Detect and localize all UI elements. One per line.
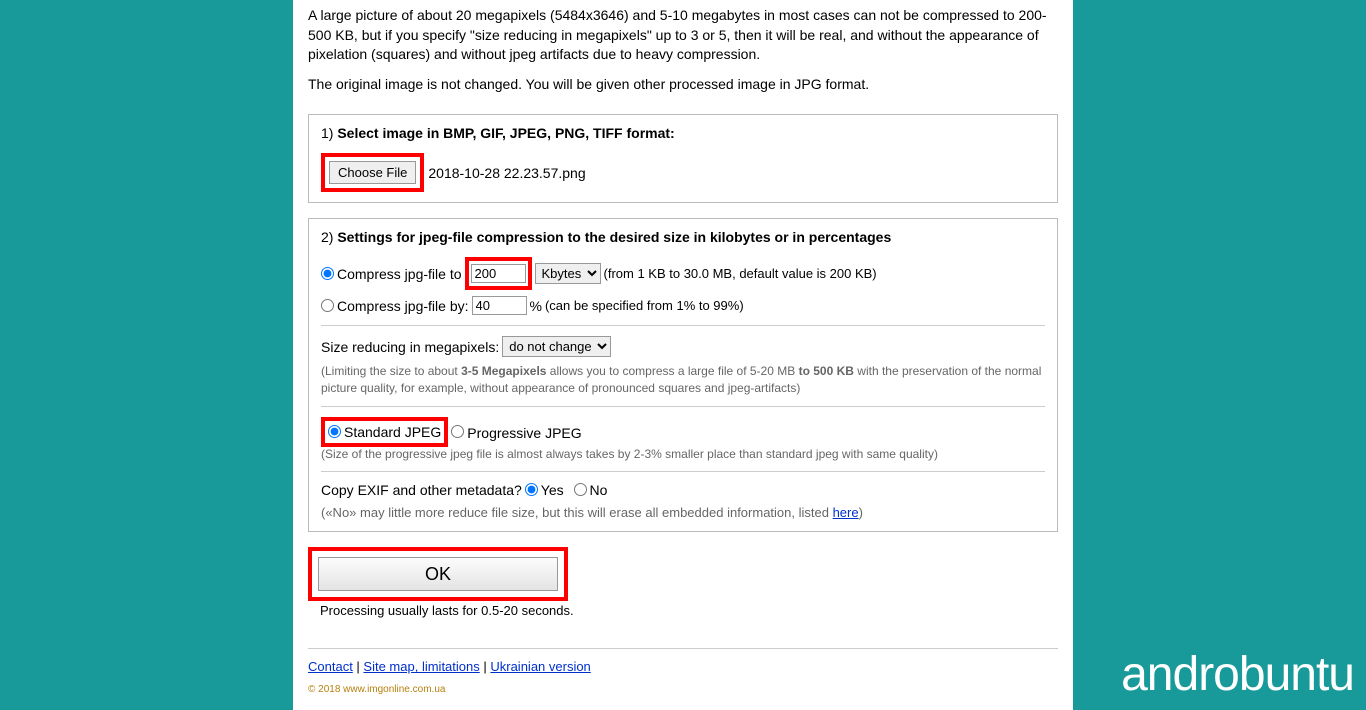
ukrainian-link[interactable]: Ukrainian version xyxy=(490,659,590,674)
ok-section: OK Processing usually lasts for 0.5-20 s… xyxy=(308,547,1058,618)
step2-title-row: 2) Settings for jpeg-file compression to… xyxy=(321,229,1045,245)
compress-by-input[interactable] xyxy=(472,296,527,315)
choose-file-highlight: Choose File xyxy=(321,153,424,192)
size-reducing-select[interactable]: do not change xyxy=(502,336,611,357)
intro-text: A large picture of about 20 megapixels (… xyxy=(308,0,1058,114)
step1-title-row: 1) Select image in BMP, GIF, JPEG, PNG, … xyxy=(321,125,1045,141)
step1-prefix: 1) xyxy=(321,125,337,141)
exif-no-radio[interactable] xyxy=(574,483,587,496)
exif-note: («No» may little more reduce file size, … xyxy=(321,504,1045,522)
step2-fieldset: 2) Settings for jpeg-file compression to… xyxy=(308,218,1058,532)
unit-select[interactable]: Kbytes xyxy=(535,263,601,284)
sitemap-link[interactable]: Site map, limitations xyxy=(363,659,479,674)
separator-3 xyxy=(321,471,1045,472)
exif-yes-label[interactable]: Yes xyxy=(541,482,564,498)
exif-no-label[interactable]: No xyxy=(590,482,608,498)
exif-yes-radio[interactable] xyxy=(525,483,538,496)
compress-by-hint: (can be specified from 1% to 99%) xyxy=(545,298,744,313)
step1-title: Select image in BMP, GIF, JPEG, PNG, TIF… xyxy=(337,125,674,141)
separator-1 xyxy=(321,325,1045,326)
copy-exif-label: Copy EXIF and other metadata? xyxy=(321,482,522,498)
separator-2 xyxy=(321,406,1045,407)
standard-jpeg-highlight: Standard JPEG xyxy=(321,417,448,447)
ok-button-highlight: OK xyxy=(308,547,568,601)
footer-links: Contact | Site map, limitations | Ukrain… xyxy=(308,648,1058,674)
ok-button[interactable]: OK xyxy=(318,557,558,591)
compress-to-hint: (from 1 KB to 30.0 MB, default value is … xyxy=(604,266,877,281)
compress-by-label[interactable]: Compress jpg-file by: xyxy=(337,298,469,314)
choose-file-button[interactable]: Choose File xyxy=(329,161,416,184)
watermark: androbuntu xyxy=(1121,647,1354,702)
intro-p1: A large picture of about 20 megapixels (… xyxy=(308,6,1058,65)
step2-title: Settings for jpeg-file compression to th… xyxy=(337,229,891,245)
compress-to-label[interactable]: Compress jpg-file to xyxy=(337,266,462,282)
compress-to-radio[interactable] xyxy=(321,267,334,280)
size-reducing-label: Size reducing in megapixels: xyxy=(321,339,499,355)
intro-p2: The original image is not changed. You w… xyxy=(308,75,1058,95)
processing-note: Processing usually lasts for 0.5-20 seco… xyxy=(320,603,1058,618)
compress-to-highlight xyxy=(465,257,532,290)
percent-sign: % xyxy=(530,298,542,314)
progressive-jpeg-label[interactable]: Progressive JPEG xyxy=(467,425,581,441)
standard-jpeg-radio[interactable] xyxy=(328,425,341,438)
contact-link[interactable]: Contact xyxy=(308,659,353,674)
progressive-jpeg-radio[interactable] xyxy=(451,425,464,438)
selected-filename: 2018-10-28 22.23.57.png xyxy=(428,165,585,181)
step1-fieldset: 1) Select image in BMP, GIF, JPEG, PNG, … xyxy=(308,114,1058,203)
size-reducing-note: (Limiting the size to about 3-5 Megapixe… xyxy=(321,363,1045,395)
compress-to-input[interactable] xyxy=(471,264,526,283)
compress-by-radio[interactable] xyxy=(321,299,334,312)
copyright: © 2018 www.imgonline.com.ua xyxy=(308,684,1058,695)
here-link[interactable]: here xyxy=(833,505,859,520)
standard-jpeg-label[interactable]: Standard JPEG xyxy=(344,424,441,440)
step2-prefix: 2) xyxy=(321,229,337,245)
jpeg-note: (Size of the progressive jpeg file is al… xyxy=(321,447,1045,461)
